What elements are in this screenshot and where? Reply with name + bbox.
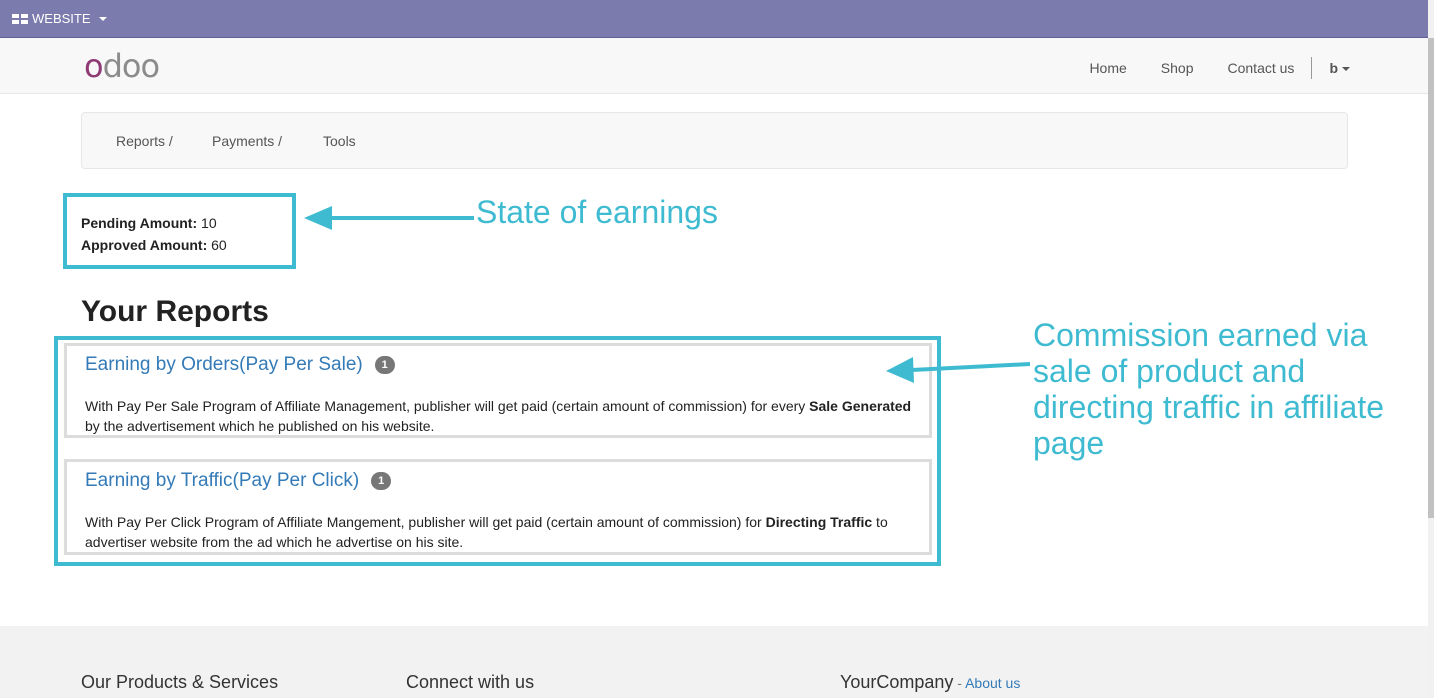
report-title-traffic[interactable]: Earning by Traffic(Pay Per Click) 1 [85, 470, 392, 492]
page-scrollbar[interactable] [1428, 0, 1434, 698]
breadcrumb-payments[interactable]: Payments / [212, 133, 282, 149]
footer-company: YourCompany - About us [840, 672, 1021, 692]
commission-annotation: Commission earned via sale of product an… [1033, 317, 1384, 461]
website-menu[interactable]: WEBSITE [12, 11, 107, 26]
nav-links: Home Shop Contact us b [1055, 57, 1350, 79]
pending-amount: Pending Amount: 10 [81, 215, 217, 231]
nav-shop-link[interactable]: Shop [1161, 60, 1194, 76]
state-of-earnings-annotation: State of earnings [476, 194, 718, 230]
footer: Our Products & Services Connect with us … [0, 626, 1428, 698]
state-arrow [304, 206, 474, 230]
breadcrumb-tools[interactable]: Tools [323, 133, 356, 149]
breadcrumb: Reports / Payments / Tools [81, 112, 1348, 169]
breadcrumb-reports[interactable]: Reports / [116, 133, 173, 149]
caret-down-icon [98, 16, 107, 21]
user-menu[interactable]: b [1329, 60, 1350, 76]
count-badge: 1 [371, 472, 392, 490]
amounts-highlight-box: Pending Amount: 10 Approved Amount: 60 [63, 193, 296, 269]
about-us-link[interactable]: About us [965, 675, 1020, 691]
nav-home-link[interactable]: Home [1089, 60, 1126, 76]
nav-contact-link[interactable]: Contact us [1228, 60, 1295, 76]
report-card-traffic: Earning by Traffic(Pay Per Click) 1 With … [64, 459, 932, 555]
count-badge: 1 [374, 356, 395, 374]
website-menu-label: WEBSITE [32, 11, 91, 26]
report-title-orders[interactable]: Earning by Orders(Pay Per Sale) 1 [85, 354, 395, 376]
footer-connect-heading: Connect with us [406, 672, 535, 692]
report-card-orders: Earning by Orders(Pay Per Sale) 1 With Pa… [64, 343, 932, 438]
report-desc-orders: With Pay Per Sale Program of Affiliate M… [85, 398, 912, 434]
scrollbar-thumb[interactable] [1428, 38, 1434, 518]
website-topbar: WEBSITE [0, 0, 1428, 38]
apps-grid-icon [12, 13, 28, 24]
report-desc-traffic: With Pay Per Click Program of Affiliate … [85, 514, 888, 550]
your-reports-heading: Your Reports [81, 295, 269, 328]
odoo-logo[interactable]: odoo [84, 50, 160, 82]
footer-products-heading: Our Products & Services [81, 672, 279, 692]
nav-divider [1311, 57, 1313, 79]
main-navbar: odoo Home Shop Contact us b [0, 38, 1428, 94]
user-name: b [1329, 60, 1338, 76]
approved-amount: Approved Amount: 60 [81, 237, 227, 253]
caret-down-icon [1342, 67, 1350, 72]
